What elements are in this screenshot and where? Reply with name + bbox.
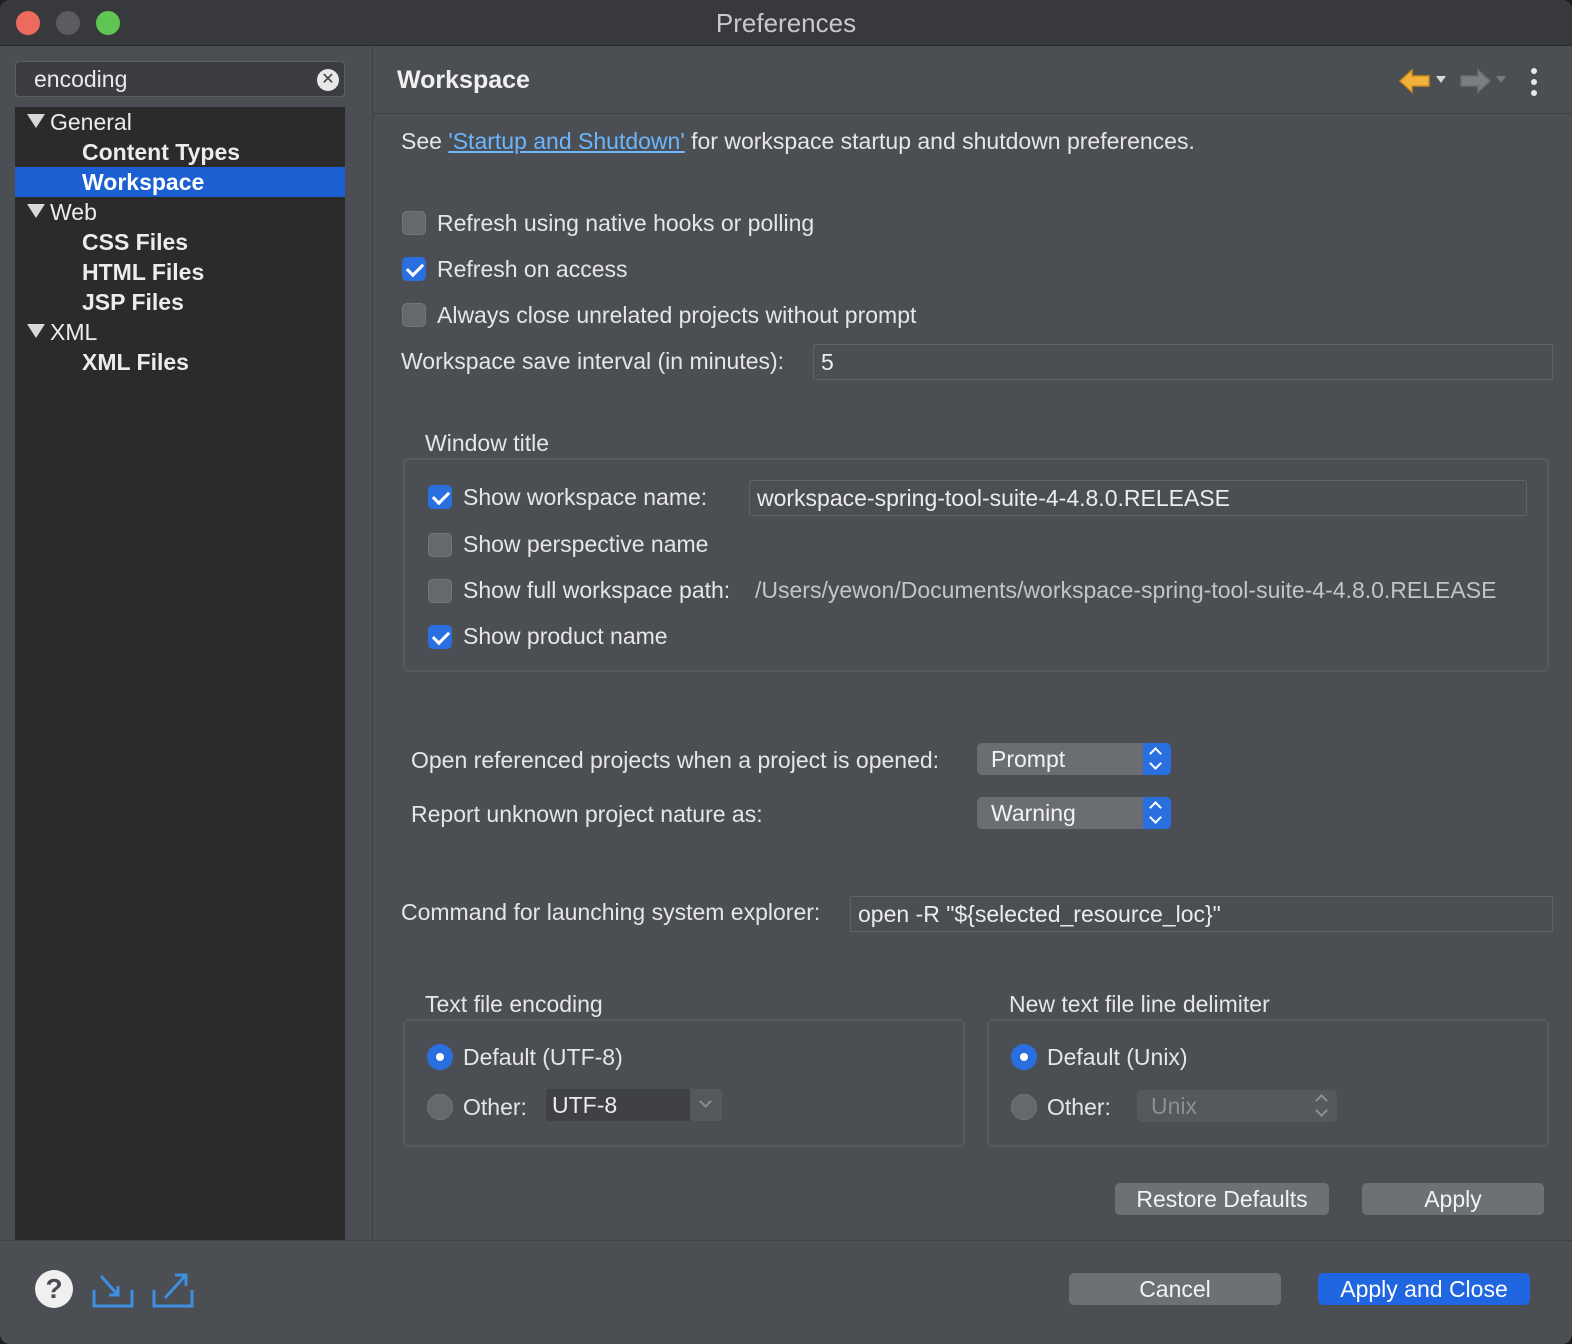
refresh-native-checkbox[interactable] xyxy=(402,211,426,235)
delimiter-other-label: Other: xyxy=(1047,1094,1111,1120)
select-stepper-icon xyxy=(1143,743,1171,775)
report-unknown-value: Warning xyxy=(991,800,1076,826)
tree-item-label: Workspace xyxy=(82,169,205,195)
show-workspace-name-label: Show workspace name: xyxy=(463,484,708,510)
refresh-on-access-checkbox[interactable] xyxy=(402,257,426,281)
delimiter-default-label: Default (Unix) xyxy=(1047,1044,1188,1070)
delimiter-other-radio[interactable] xyxy=(1011,1094,1037,1120)
tree-item-xml[interactable]: XML xyxy=(15,317,345,347)
select-stepper-icon xyxy=(1143,797,1171,829)
delimiter-other-value: Unix xyxy=(1151,1093,1198,1119)
tree-item-jsp-files[interactable]: JSP Files xyxy=(15,287,345,317)
title-bar: Preferences xyxy=(0,0,1572,46)
header-separator xyxy=(373,113,1572,114)
report-unknown-label: Report unknown project nature as: xyxy=(411,801,763,827)
show-full-path-checkbox[interactable] xyxy=(428,579,452,603)
tree-item-general[interactable]: General xyxy=(15,107,345,137)
startup-shutdown-link[interactable]: 'Startup and Shutdown' xyxy=(448,128,684,154)
show-workspace-name-checkbox[interactable] xyxy=(428,485,452,509)
expand-triangle-icon[interactable] xyxy=(27,114,45,128)
back-arrow-icon[interactable] xyxy=(1398,66,1432,96)
back-history-dropdown-icon[interactable] xyxy=(1436,76,1446,83)
forward-history-dropdown-icon[interactable] xyxy=(1496,76,1506,83)
pane-divider[interactable] xyxy=(372,46,373,1240)
tree-item-html-files[interactable]: HTML Files xyxy=(15,257,345,287)
refresh-on-access-label: Refresh on access xyxy=(437,256,628,282)
tree-item-content-types[interactable]: Content Types xyxy=(15,137,345,167)
import-icon[interactable] xyxy=(91,1270,135,1310)
report-unknown-select[interactable]: Warning xyxy=(977,797,1171,829)
forward-arrow-icon[interactable] xyxy=(1458,66,1492,96)
show-full-path-label: Show full workspace path: xyxy=(463,577,731,603)
delimiter-group xyxy=(987,1019,1549,1147)
intro-suffix: for workspace startup and shutdown prefe… xyxy=(684,128,1195,154)
clear-filter-icon[interactable]: ✕ xyxy=(317,69,339,91)
cancel-button[interactable]: Cancel xyxy=(1069,1273,1281,1305)
tree-item-label: Content Types xyxy=(82,139,241,165)
delimiter-legend: New text file line delimiter xyxy=(1009,991,1270,1017)
always-close-label: Always close unrelated projects without … xyxy=(437,302,917,328)
encoding-default-label: Default (UTF-8) xyxy=(463,1044,623,1070)
tree-item-css-files[interactable]: CSS Files xyxy=(15,227,345,257)
preference-tree: General Content Types Workspace Web CSS … xyxy=(15,107,345,1240)
tree-item-label: XML Files xyxy=(82,349,189,375)
delimiter-other-select[interactable]: Unix xyxy=(1137,1090,1337,1122)
tree-item-web[interactable]: Web xyxy=(15,197,345,227)
encoding-other-radio[interactable] xyxy=(427,1094,453,1120)
encoding-default-radio[interactable] xyxy=(427,1044,453,1070)
open-referenced-value: Prompt xyxy=(991,746,1066,772)
intro-prefix: See xyxy=(401,128,449,154)
show-perspective-name-checkbox[interactable] xyxy=(428,533,452,557)
filter-input[interactable] xyxy=(34,65,314,93)
intro-text: See 'Startup and Shutdown' for workspace… xyxy=(401,128,1195,155)
full-workspace-path-value: /Users/yewon/Documents/workspace-spring-… xyxy=(755,577,1497,603)
tree-item-label: XML xyxy=(50,319,98,345)
encoding-legend: Text file encoding xyxy=(425,991,603,1017)
select-stepper-icon xyxy=(1309,1090,1337,1122)
save-interval-input[interactable] xyxy=(813,344,1553,380)
preferences-window: Preferences ✕ General Content Types Work… xyxy=(0,0,1572,1344)
always-close-checkbox[interactable] xyxy=(402,303,426,327)
show-product-name-checkbox[interactable] xyxy=(428,625,452,649)
restore-defaults-button[interactable]: Restore Defaults xyxy=(1115,1183,1329,1215)
tree-item-label: HTML Files xyxy=(82,259,205,285)
tree-item-label: JSP Files xyxy=(82,289,184,315)
encoding-other-combo[interactable]: UTF-8 xyxy=(546,1089,722,1121)
export-icon[interactable] xyxy=(151,1270,195,1310)
show-product-name-label: Show product name xyxy=(463,623,668,649)
apply-button[interactable]: Apply xyxy=(1362,1183,1544,1215)
encoding-other-value: UTF-8 xyxy=(552,1092,618,1118)
encoding-other-label: Other: xyxy=(463,1094,527,1120)
filter-box: ✕ xyxy=(15,61,345,97)
workspace-name-input[interactable] xyxy=(749,480,1527,516)
window-title-legend: Window title xyxy=(425,430,549,456)
system-explorer-input[interactable] xyxy=(850,896,1553,932)
chevron-down-icon[interactable] xyxy=(690,1089,722,1121)
save-interval-label: Workspace save interval (in minutes): xyxy=(401,348,785,374)
help-icon[interactable]: ? xyxy=(35,1270,73,1308)
tree-item-label: CSS Files xyxy=(82,229,189,255)
delimiter-default-radio[interactable] xyxy=(1011,1044,1037,1070)
tree-item-workspace[interactable]: Workspace xyxy=(15,167,345,197)
expand-triangle-icon[interactable] xyxy=(27,324,45,338)
open-referenced-label: Open referenced projects when a project … xyxy=(411,747,940,773)
page-title: Workspace xyxy=(397,66,530,94)
system-explorer-label: Command for launching system explorer: xyxy=(401,899,821,925)
tree-item-xml-files[interactable]: XML Files xyxy=(15,347,345,377)
expand-triangle-icon[interactable] xyxy=(27,204,45,218)
encoding-group xyxy=(403,1019,965,1147)
refresh-native-label: Refresh using native hooks or polling xyxy=(437,210,815,236)
window-title: Preferences xyxy=(715,8,857,38)
apply-and-close-button[interactable]: Apply and Close xyxy=(1318,1273,1530,1305)
show-perspective-name-label: Show perspective name xyxy=(463,531,709,557)
open-referenced-select[interactable]: Prompt xyxy=(977,743,1171,775)
tree-item-label: General xyxy=(50,109,132,135)
tree-item-label: Web xyxy=(50,199,97,225)
vertical-ellipsis-icon[interactable] xyxy=(1526,66,1542,98)
